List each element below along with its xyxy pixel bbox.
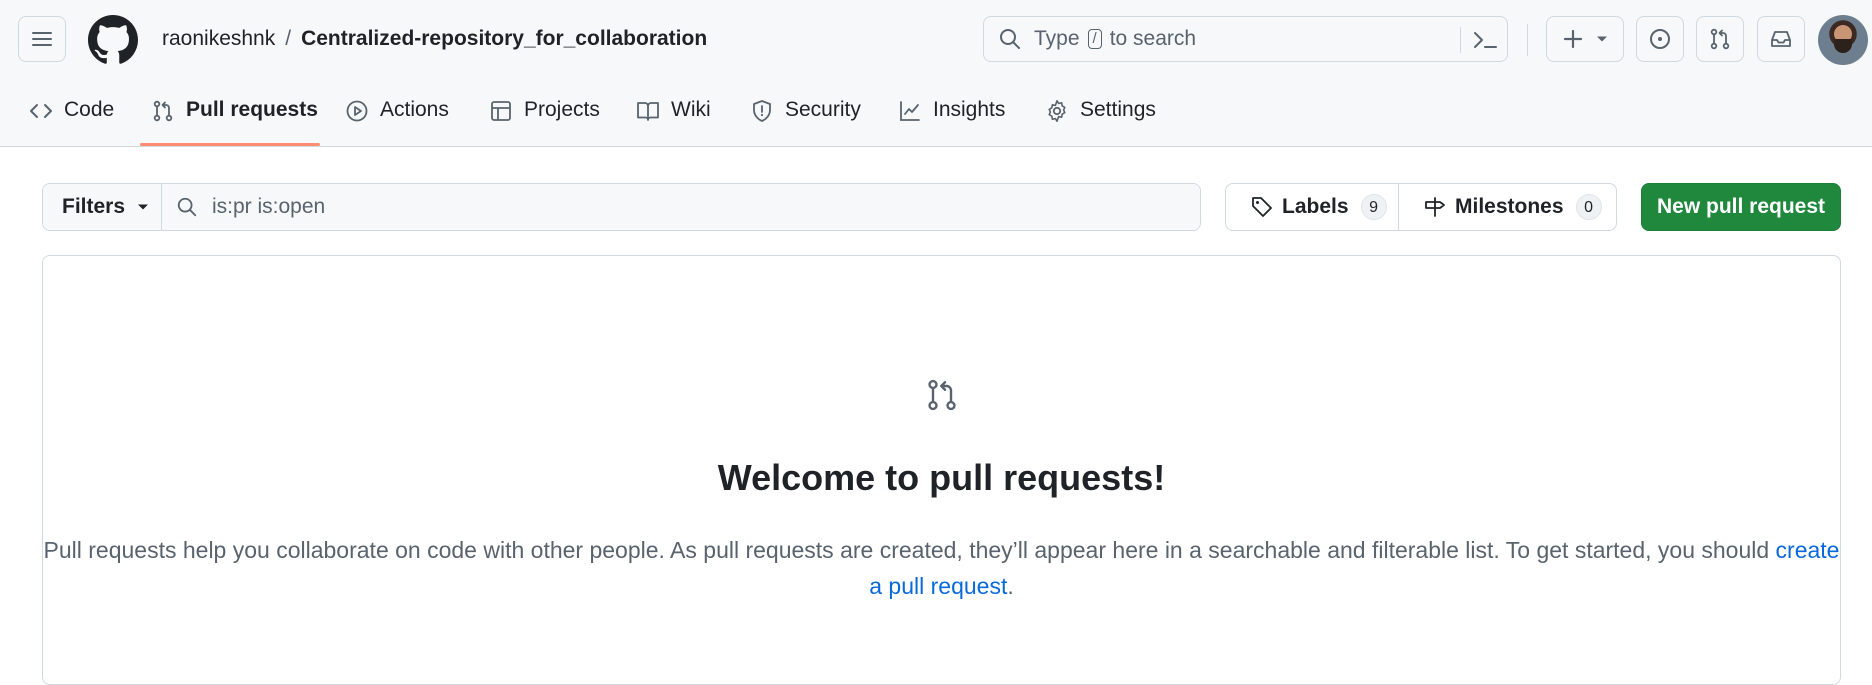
tab-wiki-label: Wiki xyxy=(671,98,711,121)
global-header: raonikeshnk / Centralized-repository_for_c… xyxy=(0,0,1872,147)
repo-name-link[interactable]: Centralized-repository_for_collaboration xyxy=(301,27,707,50)
labels-milestones-group: Labels 9 Milestones 0 xyxy=(1225,183,1617,231)
github-logo[interactable] xyxy=(88,15,138,65)
chevron-down-icon xyxy=(138,204,149,210)
shield-icon xyxy=(753,100,771,122)
labels-button[interactable]: Labels 9 xyxy=(1226,184,1399,230)
repo-nav: Code Pull requests Actions Projects Wiki… xyxy=(0,90,1872,147)
inbox-button[interactable] xyxy=(1757,16,1805,62)
milestones-count: 0 xyxy=(1575,194,1602,220)
table-icon xyxy=(491,101,511,121)
create-new-button[interactable] xyxy=(1546,16,1624,62)
search-divider xyxy=(1460,27,1461,53)
tab-wiki[interactable]: Wiki xyxy=(636,90,711,147)
tab-pull-requests-label: Pull requests xyxy=(186,98,318,121)
chevron-down-icon xyxy=(1597,36,1607,42)
tab-projects-label: Projects xyxy=(524,98,600,121)
top-bar: raonikeshnk / Centralized-repository_for_c… xyxy=(0,0,1872,80)
milestones-button[interactable]: Milestones 0 xyxy=(1399,184,1616,230)
milestone-icon xyxy=(1425,197,1445,217)
tab-projects[interactable]: Projects xyxy=(489,90,600,147)
tab-insights-label: Insights xyxy=(933,98,1006,121)
tag-icon xyxy=(1252,197,1272,217)
tab-settings[interactable]: Settings xyxy=(1045,90,1156,147)
book-icon xyxy=(637,102,659,121)
blankslate-panel: Welcome to pull requests! Pull requests … xyxy=(42,255,1841,685)
repo-owner-link[interactable]: raonikeshnk xyxy=(162,27,275,50)
blankslate-text-end: . xyxy=(1007,573,1014,599)
inbox-icon xyxy=(1771,31,1791,47)
play-icon xyxy=(346,100,368,122)
pull-requests-icon xyxy=(1710,28,1730,50)
tab-security-label: Security xyxy=(785,98,861,121)
labels-count: 9 xyxy=(1360,194,1387,220)
tab-actions[interactable]: Actions xyxy=(345,90,449,147)
command-palette-icon[interactable] xyxy=(1471,27,1499,53)
labels-label: Labels xyxy=(1282,195,1349,218)
tab-insights[interactable]: Insights xyxy=(898,90,1005,147)
git-pull-request-icon xyxy=(153,100,173,122)
hamburger-icon xyxy=(32,32,52,46)
menu-button[interactable] xyxy=(18,16,66,62)
search-shortcut-key: / xyxy=(1087,29,1102,49)
avatar[interactable] xyxy=(1818,15,1868,65)
filters-label: Filters xyxy=(62,195,126,218)
pr-search-query: is:pr is:open xyxy=(212,195,326,218)
plus-icon xyxy=(1563,29,1583,49)
search-placeholder-after: to search xyxy=(1109,27,1197,50)
gear-icon xyxy=(1048,100,1066,122)
tab-code[interactable]: Code xyxy=(29,90,114,147)
search-icon xyxy=(177,197,197,217)
tab-settings-label: Settings xyxy=(1080,98,1156,121)
active-tab-indicator xyxy=(140,143,320,146)
tab-security[interactable]: Security xyxy=(750,90,861,147)
pr-search-input[interactable]: is:pr is:open xyxy=(162,184,1200,230)
search-icon xyxy=(1000,29,1020,49)
tab-actions-label: Actions xyxy=(380,98,449,121)
code-icon xyxy=(30,104,52,118)
issues-icon xyxy=(1650,29,1670,49)
breadcrumb: raonikeshnk / Centralized-repository_for_c… xyxy=(162,24,707,54)
git-pull-request-icon xyxy=(928,379,956,411)
breadcrumb-separator: / xyxy=(285,27,292,50)
blankslate-title: Welcome to pull requests! xyxy=(717,457,1166,498)
global-search-input[interactable]: Type / to search xyxy=(983,16,1508,62)
search-placeholder: Type / to search xyxy=(1034,27,1196,51)
tab-code-label: Code xyxy=(64,98,115,121)
filter-bar: Filters is:pr is:open xyxy=(42,183,1201,231)
blankslate-text: Pull requests help you collaborate on co… xyxy=(43,537,1770,563)
pull-requests-button[interactable] xyxy=(1696,16,1744,62)
milestones-label: Milestones xyxy=(1455,195,1564,218)
graph-icon xyxy=(900,101,920,121)
avatar-beard xyxy=(1834,39,1852,53)
tab-pull-requests[interactable]: Pull requests xyxy=(151,90,318,147)
new-pull-request-button[interactable]: New pull request xyxy=(1641,183,1841,231)
filters-dropdown[interactable]: Filters xyxy=(43,184,162,230)
search-placeholder-before: Type xyxy=(1034,27,1080,50)
issues-button[interactable] xyxy=(1636,16,1684,62)
blankslate-description: Pull requests help you collaborate on co… xyxy=(43,532,1840,604)
header-divider xyxy=(1527,24,1528,56)
